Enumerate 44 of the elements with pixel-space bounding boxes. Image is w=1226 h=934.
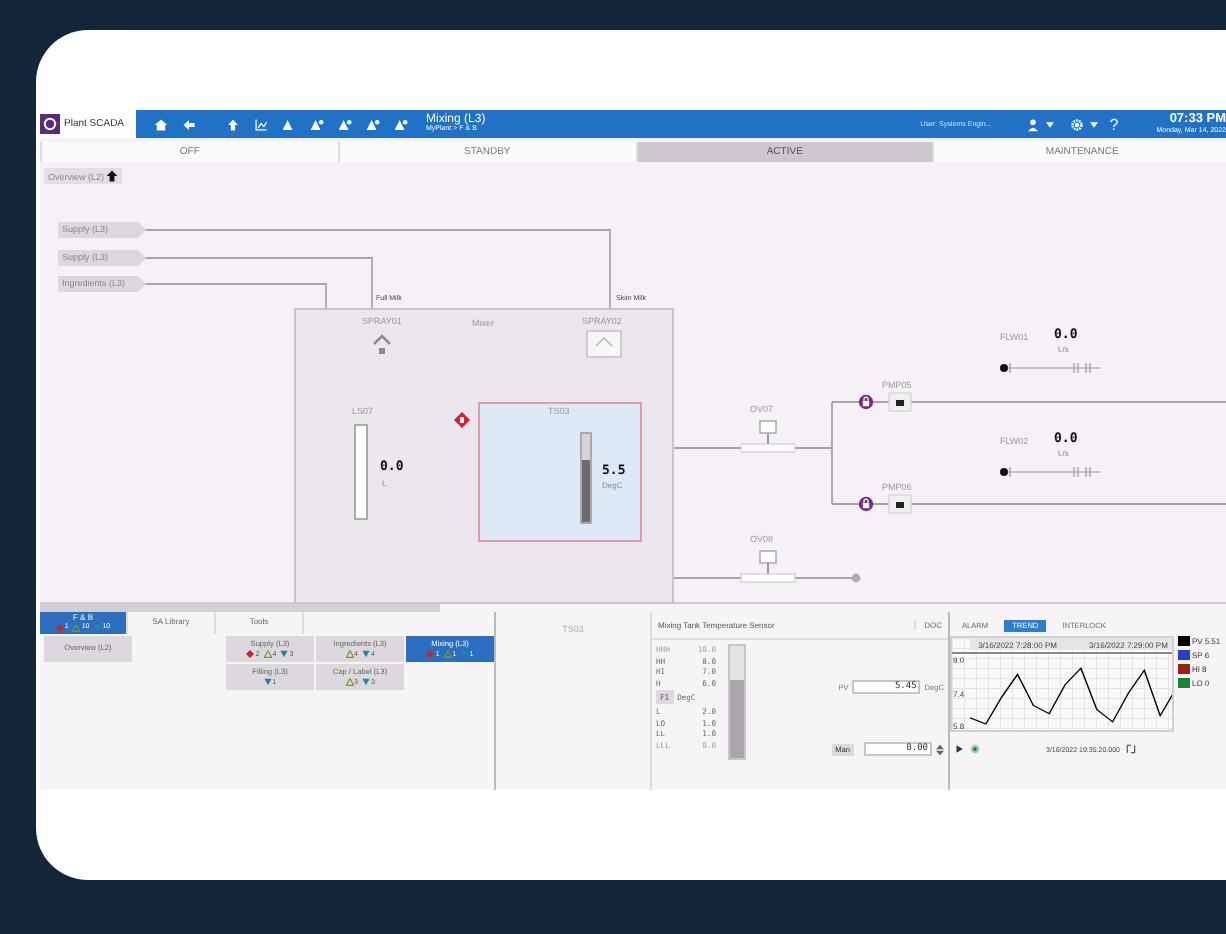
down-triangle-icon [362,677,370,686]
spinner-icon[interactable] [936,743,944,755]
lock-icon[interactable] [858,496,874,512]
warning-icon[interactable] [310,117,325,131]
pump-icon[interactable] [888,392,912,412]
record-icon[interactable] [970,744,980,754]
settings-menu-button[interactable] [1065,117,1098,131]
diamond-alarm-icon [426,649,435,658]
triangle-warning-icon [263,649,272,658]
diamond-alarm-icon [246,649,255,658]
warning-icon[interactable] [338,117,353,131]
help-button[interactable]: ? [1109,115,1119,133]
alarm-icon[interactable] [454,412,470,428]
down-triangle-icon [460,649,469,658]
zoom-icon[interactable] [1125,744,1136,754]
up-arrow-icon [106,170,119,182]
down-triangle-icon [280,649,289,658]
caret-icon [1045,121,1054,127]
settings-icon [1069,117,1084,131]
up-arrow-icon[interactable] [226,117,241,131]
diamond-alarm-icon [55,623,64,632]
scroll-bar[interactable] [40,604,440,612]
caret-icon [1089,121,1098,127]
down-triangle-icon [93,623,102,632]
triangle-warning-icon [72,623,81,632]
back-arrow-icon[interactable] [182,117,197,131]
spray-nozzle-icon[interactable] [372,332,392,356]
down-triangle-icon [362,649,370,658]
triangle-warning-icon [443,649,452,658]
chart-icon[interactable] [254,117,269,131]
play-icon[interactable] [954,744,964,754]
level-bar [354,424,368,520]
lock-icon[interactable] [858,394,874,410]
warning-icon[interactable] [282,117,297,131]
warning-icon[interactable] [366,117,381,131]
home-icon[interactable] [154,117,169,131]
flow-meter-drawing [1000,466,1104,478]
triangle-warning-icon [345,677,354,686]
warning-icon[interactable] [394,117,409,131]
flow-meter-drawing [1000,362,1104,374]
pump-icon[interactable] [888,494,912,514]
down-triangle-icon [263,677,272,686]
triangle-warning-icon [345,649,354,658]
user-icon [1025,117,1040,131]
